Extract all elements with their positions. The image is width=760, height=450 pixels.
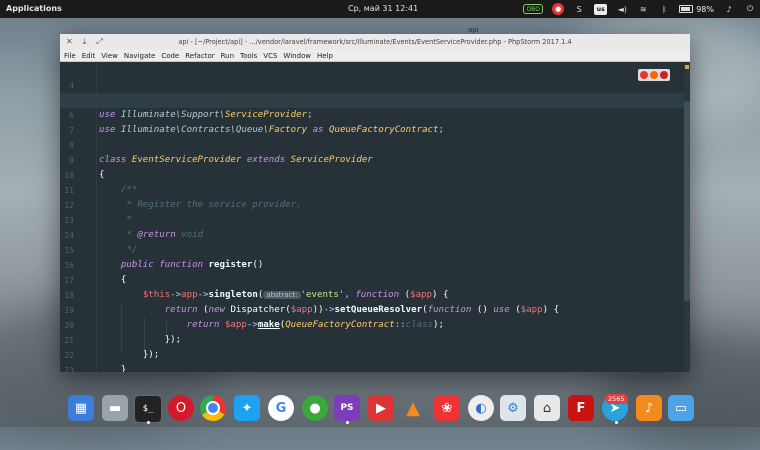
menu-navigate[interactable]: Navigate (124, 52, 155, 60)
scrollbar-thumb[interactable] (684, 101, 690, 301)
menu-bar: File Edit View Navigate Code Refactor Ru… (60, 50, 690, 62)
skype-icon[interactable]: S (573, 3, 585, 15)
code-line: 5 use Illuminate\Support\ServiceProvider… (60, 78, 690, 120)
code-line: 17 $this->app->singleton(abstract:'event… (60, 258, 690, 300)
menu-run[interactable]: Run (221, 52, 234, 60)
bluetooth-icon[interactable]: ᛒ (658, 3, 670, 15)
desktop-icon[interactable]: ▭ (668, 395, 694, 421)
menu-code[interactable]: Code (161, 52, 179, 60)
menu-file[interactable]: File (64, 52, 76, 60)
code-editor[interactable]: 4 5 use Illuminate\Support\ServiceProvid… (60, 63, 690, 372)
vlc-icon[interactable]: ▲ (400, 395, 426, 421)
battery-percent: 98% (696, 4, 714, 14)
code-line: 24 (60, 363, 690, 372)
chrome-tray-icon[interactable]: ● (552, 3, 565, 15)
bg-window-title: api (468, 26, 479, 34)
opera-icon[interactable]: O (168, 395, 194, 421)
window-title: api - [~/Project/api] - .../vendor/larav… (178, 38, 572, 46)
system-tray: ОВО ● S us ◄) ≋ ᛒ 98% ♪ ⏻ (523, 2, 756, 16)
files-icon[interactable]: ▦ (68, 395, 94, 421)
top-panel: Applications Ср, май 31 12:41 ОВО ● S us… (0, 0, 760, 18)
chrome-icon[interactable] (200, 395, 226, 421)
clock[interactable]: Ср, май 31 12:41 (348, 4, 418, 13)
bell-icon[interactable]: ♪ (723, 3, 735, 15)
warning-marker[interactable] (685, 65, 689, 69)
running-indicator (346, 421, 349, 424)
menu-tools[interactable]: Tools (240, 52, 257, 60)
phpstorm-window: ✕ ⤓ ⤢ api - [~/Project/api] - .../vendor… (60, 34, 690, 372)
code-line: 20 }); (60, 303, 690, 345)
keyboard-layout-icon[interactable]: us (594, 3, 608, 15)
filezilla-icon[interactable]: F (568, 395, 594, 421)
volume-icon[interactable]: ◄) (616, 3, 628, 15)
phpstorm-icon[interactable]: PS (334, 395, 360, 421)
power-icon[interactable]: ⏻ (744, 3, 756, 15)
browser-icon[interactable]: ◐ (468, 395, 494, 421)
code-line: 19 return $app->make(QueueFactoryContrac… (60, 288, 690, 330)
code-line: 16 { (60, 243, 690, 285)
code-line: 8 class EventServiceProvider extends Ser… (60, 123, 690, 165)
code-line: 7 (60, 108, 690, 135)
code-line-current: 6 use Illuminate\Contracts\Queue\Factory… (60, 93, 690, 135)
store-icon[interactable]: ⌂ (534, 395, 560, 421)
menu-help[interactable]: Help (317, 52, 333, 60)
code-line: 22 } (60, 333, 690, 372)
code-line: 13 * @return void (60, 198, 690, 240)
code-line: 21 }); (60, 318, 690, 360)
code-line: 10 /** (60, 153, 690, 195)
menu-refactor[interactable]: Refactor (185, 52, 214, 60)
settings-icon[interactable]: ⚙ (500, 395, 526, 421)
code-line: 15 public function register() (60, 228, 690, 270)
editor-scrollbar[interactable] (684, 63, 690, 372)
folder-icon[interactable]: ▬ (102, 395, 128, 421)
running-indicator (147, 421, 150, 424)
code-line: 18 return (new Dispatcher($app))->setQue… (60, 273, 690, 315)
terminal-icon[interactable]: $_ (134, 395, 162, 423)
code-line: 23 } (60, 348, 690, 372)
menu-view[interactable]: View (101, 52, 118, 60)
wifi-icon[interactable]: ≋ (637, 3, 649, 15)
music-icon[interactable]: ♪ (636, 395, 662, 421)
messenger-icon[interactable]: ● (302, 395, 328, 421)
code-line: 11 * Register the service provider. (60, 168, 690, 210)
applications-menu[interactable]: Applications (6, 4, 62, 13)
google-icon[interactable]: G (268, 395, 294, 421)
menu-edit[interactable]: Edit (82, 52, 96, 60)
code-line: 4 (60, 63, 690, 90)
code-line: 9 { (60, 138, 690, 180)
video-icon[interactable]: ▶ (368, 395, 394, 421)
window-titlebar[interactable]: ✕ ⤓ ⤢ api - [~/Project/api] - .../vendor… (60, 34, 690, 50)
gallery-icon[interactable]: ❀ (434, 395, 460, 421)
battery-indicator[interactable]: 98% (679, 5, 714, 14)
battery-icon (679, 5, 694, 13)
dock: ▦ ▬ $_ O ✦ G ● PS ▶ ▲ ❀ ◐ ⚙ ⌂ F ➤ ♪ ▭ (62, 392, 698, 427)
running-indicator (615, 421, 618, 424)
twitter-icon[interactable]: ✦ (234, 395, 260, 421)
menu-vcs[interactable]: VCS (263, 52, 277, 60)
code-line: 12 * (60, 183, 690, 225)
vpn-icon[interactable]: ОВО (523, 4, 544, 14)
menu-window[interactable]: Window (283, 52, 311, 60)
telegram-unread-badge: 2565 (605, 394, 628, 404)
code-line: 14 */ (60, 213, 690, 255)
